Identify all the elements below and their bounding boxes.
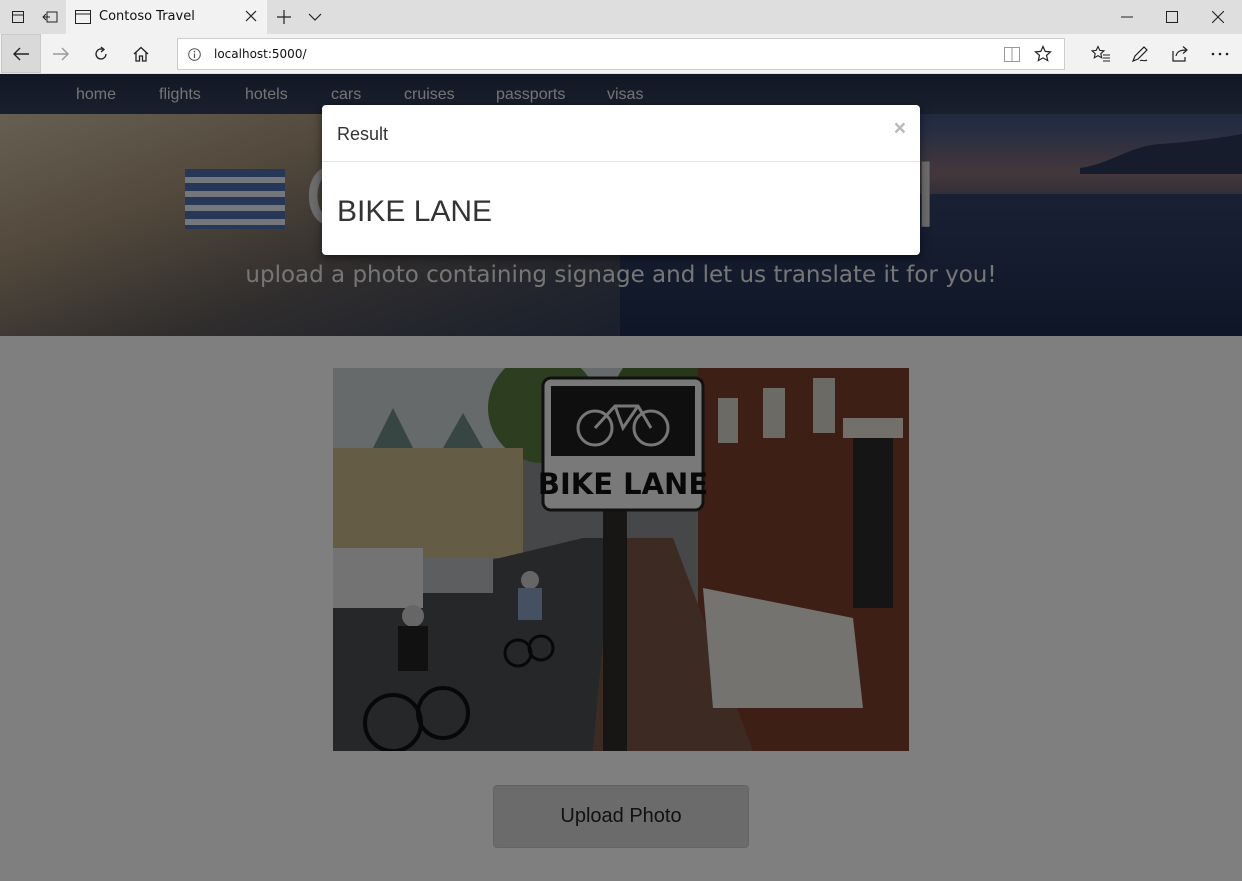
maximize-icon[interactable] [1150,0,1194,34]
browser-toolbar: localhost:5000/ [0,34,1242,74]
close-window-icon[interactable] [1196,0,1240,34]
modal-body: BIKE LANE [322,162,920,254]
close-icon[interactable]: × [894,118,906,139]
set-aside-tabs-icon[interactable] [36,0,64,34]
address-bar[interactable]: localhost:5000/ [177,38,1065,70]
favorite-star-icon[interactable] [1034,45,1052,68]
close-tab-icon[interactable] [243,8,259,29]
browser-tab[interactable]: Contoso Travel [66,0,267,34]
favorites-hub-icon[interactable] [1081,34,1121,73]
browser-titlebar: Contoso Travel [0,0,1242,34]
share-icon[interactable] [1160,34,1200,73]
tab-actions-icon[interactable] [4,0,32,34]
modal-title: Result [337,124,389,144]
web-page: home flights hotels cars cruises passpor… [0,74,1242,881]
home-icon[interactable] [121,34,161,73]
reading-view-icon[interactable] [1004,47,1020,67]
modal-header: Result × [322,105,920,162]
url-text[interactable]: localhost:5000/ [214,47,307,61]
page-icon [75,10,91,29]
minimize-icon[interactable] [1105,0,1149,34]
tab-title: Contoso Travel [99,9,195,24]
result-modal: Result × BIKE LANE [322,105,920,255]
translation-result: BIKE LANE [337,195,493,228]
new-tab-icon[interactable] [272,0,296,34]
tab-preview-chevron-icon[interactable] [304,0,326,34]
site-info-icon[interactable] [188,48,201,66]
forward-arrow-icon[interactable] [41,34,81,73]
refresh-icon[interactable] [81,34,121,73]
pen-notes-icon[interactable] [1120,34,1160,73]
more-options-icon[interactable] [1200,34,1240,73]
back-arrow-icon[interactable] [1,34,41,73]
